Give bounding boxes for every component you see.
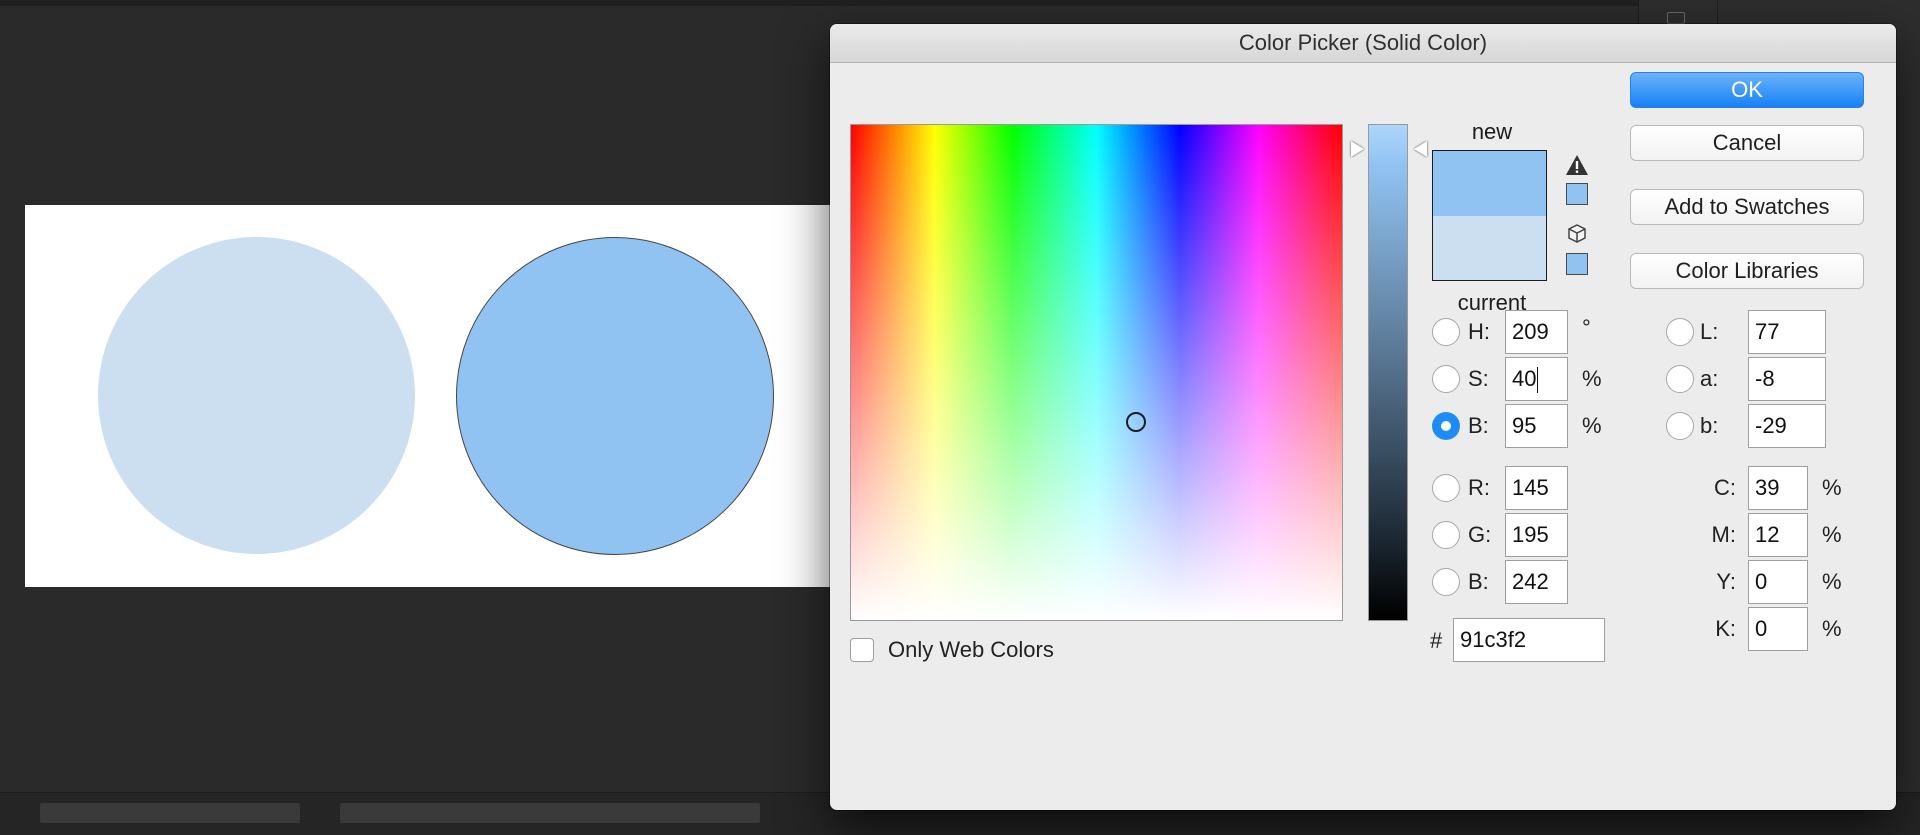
lab-a-input[interactable]: -8 (1748, 357, 1826, 401)
radio-lightness[interactable] (1666, 318, 1694, 346)
lightness-label: L: (1700, 319, 1719, 344)
app-top-bar (0, 0, 1920, 6)
hex-label: # (1430, 628, 1443, 653)
add-to-swatches-button[interactable]: Add to Swatches (1630, 189, 1864, 225)
yellow-input[interactable]: 0 (1748, 560, 1808, 604)
hue-label: H: (1468, 319, 1490, 344)
panel-icon[interactable] (1667, 12, 1685, 24)
cyan-input[interactable]: 39 (1748, 466, 1808, 510)
lab-a-label: a: (1700, 366, 1719, 391)
color-field-marker[interactable] (1125, 412, 1146, 432)
black-unit: % (1822, 616, 1842, 641)
radio-brightness[interactable] (1432, 412, 1460, 440)
magenta-label: M: (1711, 522, 1736, 547)
web-safe-swatch[interactable] (1566, 253, 1588, 275)
color-preview (1432, 150, 1547, 281)
color-field[interactable] (850, 124, 1343, 621)
hue-input[interactable]: 209 (1505, 310, 1568, 354)
radio-hue[interactable] (1432, 318, 1460, 346)
green-label: G: (1468, 522, 1492, 547)
text-caret (1537, 367, 1539, 394)
hue-unit: ° (1582, 315, 1591, 340)
brightness-label: B: (1468, 413, 1489, 438)
document-canvas (25, 205, 845, 587)
gamut-warning-swatch[interactable] (1566, 183, 1588, 205)
blue-label: B: (1468, 569, 1489, 594)
yellow-unit: % (1822, 569, 1842, 594)
slider-left-arrow[interactable] (1351, 140, 1364, 157)
light-blue-circle[interactable] (98, 237, 415, 554)
warning-triangle-icon[interactable] (1565, 154, 1589, 176)
cyan-label: C: (1714, 475, 1736, 500)
dialog-title: Color Picker (Solid Color) (830, 24, 1896, 63)
cyan-unit: % (1822, 475, 1842, 500)
color-picker-dialog: Color Picker (Solid Color) new current O… (830, 24, 1896, 810)
blue-input[interactable]: 242 (1505, 560, 1568, 604)
radio-lab-a[interactable] (1666, 365, 1694, 393)
radio-saturation[interactable] (1432, 365, 1460, 393)
cancel-button[interactable]: Cancel (1630, 125, 1864, 161)
ok-button[interactable]: OK (1630, 72, 1864, 108)
saturation-label: S: (1468, 366, 1489, 391)
saturation-unit: % (1582, 366, 1602, 391)
green-input[interactable]: 195 (1505, 513, 1568, 557)
brightness-unit: % (1582, 413, 1602, 438)
radio-lab-b[interactable] (1666, 412, 1694, 440)
red-input[interactable]: 145 (1505, 466, 1568, 510)
new-color-swatch (1433, 151, 1546, 216)
brightness-input[interactable]: 95 (1505, 404, 1568, 448)
magenta-input[interactable]: 12 (1748, 513, 1808, 557)
new-color-label: new (1471, 119, 1513, 144)
color-libraries-button[interactable]: Color Libraries (1630, 253, 1864, 289)
red-label: R: (1468, 475, 1490, 500)
cube-icon[interactable] (1566, 223, 1588, 245)
radio-red[interactable] (1432, 474, 1460, 502)
brightness-slider[interactable] (1368, 124, 1408, 621)
black-label: K: (1715, 616, 1736, 641)
slider-right-arrow[interactable] (1414, 140, 1427, 157)
lightness-input[interactable]: 77 (1748, 310, 1826, 354)
magenta-unit: % (1822, 522, 1842, 547)
lab-b-label: b: (1700, 413, 1719, 438)
yellow-label: Y: (1716, 569, 1736, 594)
saturation-input[interactable]: 40 (1505, 357, 1568, 401)
black-input[interactable]: 0 (1748, 607, 1808, 651)
hex-input[interactable]: 91c3f2 (1453, 618, 1605, 662)
saturation-value: 40 (1512, 366, 1537, 391)
only-web-colors-label: Only Web Colors (888, 637, 1054, 662)
selected-blue-circle[interactable] (456, 237, 774, 555)
radio-green[interactable] (1432, 521, 1460, 549)
radio-blue[interactable] (1432, 568, 1460, 596)
lab-b-input[interactable]: -29 (1748, 404, 1826, 448)
only-web-colors-checkbox[interactable] (850, 638, 874, 662)
current-color-swatch[interactable] (1433, 215, 1546, 280)
